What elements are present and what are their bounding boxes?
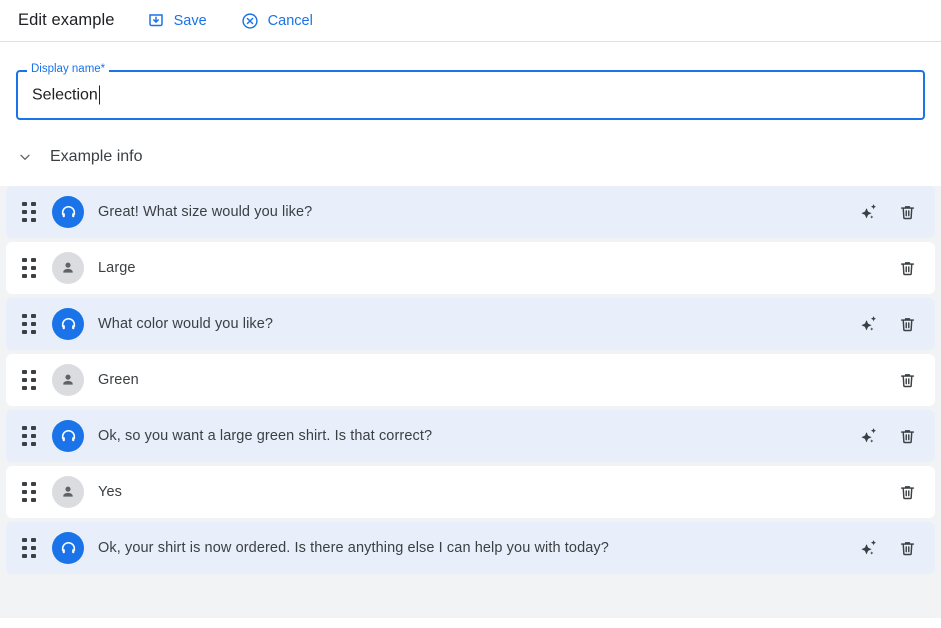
display-name-outline [16, 70, 925, 120]
conversation-row[interactable]: Yes [6, 466, 935, 518]
drag-handle-icon[interactable] [18, 423, 40, 449]
cancel-label: Cancel [267, 12, 313, 29]
conversation-list: Great! What size would you like? Large W… [0, 186, 941, 618]
headset-icon [52, 308, 84, 340]
trash-icon[interactable] [895, 256, 919, 280]
trash-icon[interactable] [895, 480, 919, 504]
drag-handle-icon[interactable] [18, 255, 40, 281]
display-name-label: Display name* [27, 62, 110, 76]
conversation-row[interactable]: Great! What size would you like? [6, 186, 935, 238]
conversation-row-text[interactable]: Ok, your shirt is now ordered. Is there … [98, 540, 857, 556]
display-name-input-wrapper[interactable]: Selection [32, 85, 100, 105]
drag-handle-icon[interactable] [18, 199, 40, 225]
save-icon [147, 11, 166, 30]
drag-handle-icon[interactable] [18, 479, 40, 505]
save-label: Save [173, 12, 207, 29]
trash-icon[interactable] [895, 312, 919, 336]
sparkle-icon[interactable] [857, 200, 881, 224]
conversation-row-text[interactable]: Ok, so you want a large green shirt. Is … [98, 428, 857, 444]
action-spacer [857, 256, 881, 280]
conversation-row-actions [857, 480, 919, 504]
conversation-row[interactable]: What color would you like? [6, 298, 935, 350]
editor-panel: Display name* Selection Example info Gre… [0, 42, 941, 628]
trash-icon[interactable] [895, 368, 919, 392]
toolbar: Edit example Save Cancel [0, 0, 941, 42]
person-icon [52, 252, 84, 284]
example-info-title: Example info [50, 148, 143, 165]
page-title: Edit example [18, 11, 115, 29]
chevron-down-icon[interactable] [16, 148, 34, 166]
person-icon [52, 364, 84, 396]
conversation-row[interactable]: Large [6, 242, 935, 294]
example-info-section-header[interactable]: Example info [16, 144, 941, 170]
drag-handle-icon[interactable] [18, 311, 40, 337]
conversation-row-actions [857, 312, 919, 336]
sparkle-icon[interactable] [857, 424, 881, 448]
save-button[interactable]: Save [145, 7, 209, 34]
conversation-row-actions [857, 536, 919, 560]
cancel-circle-icon [241, 11, 260, 30]
headset-icon [52, 196, 84, 228]
action-spacer [857, 368, 881, 392]
drag-handle-icon[interactable] [18, 535, 40, 561]
conversation-row-actions [857, 368, 919, 392]
trash-icon[interactable] [895, 424, 919, 448]
display-name-input[interactable]: Selection [32, 86, 98, 104]
conversation-row-text[interactable]: Yes [98, 484, 857, 500]
headset-icon [52, 532, 84, 564]
conversation-row-actions [857, 256, 919, 280]
cancel-button[interactable]: Cancel [239, 7, 315, 34]
display-name-field[interactable]: Display name* Selection [16, 62, 925, 120]
conversation-row[interactable]: Ok, so you want a large green shirt. Is … [6, 410, 935, 462]
conversation-row-text[interactable]: Large [98, 260, 857, 276]
drag-handle-icon[interactable] [18, 367, 40, 393]
conversation-row-text[interactable]: Great! What size would you like? [98, 204, 857, 220]
headset-icon [52, 420, 84, 452]
conversation-row[interactable]: Ok, your shirt is now ordered. Is there … [6, 522, 935, 574]
conversation-row-actions [857, 424, 919, 448]
sparkle-icon[interactable] [857, 312, 881, 336]
trash-icon[interactable] [895, 536, 919, 560]
person-icon [52, 476, 84, 508]
conversation-row-actions [857, 200, 919, 224]
trash-icon[interactable] [895, 200, 919, 224]
conversation-row-text[interactable]: Green [98, 372, 857, 388]
conversation-row[interactable]: Green [6, 354, 935, 406]
sparkle-icon[interactable] [857, 536, 881, 560]
action-spacer [857, 480, 881, 504]
text-caret [98, 85, 100, 105]
conversation-row-text[interactable]: What color would you like? [98, 316, 857, 332]
